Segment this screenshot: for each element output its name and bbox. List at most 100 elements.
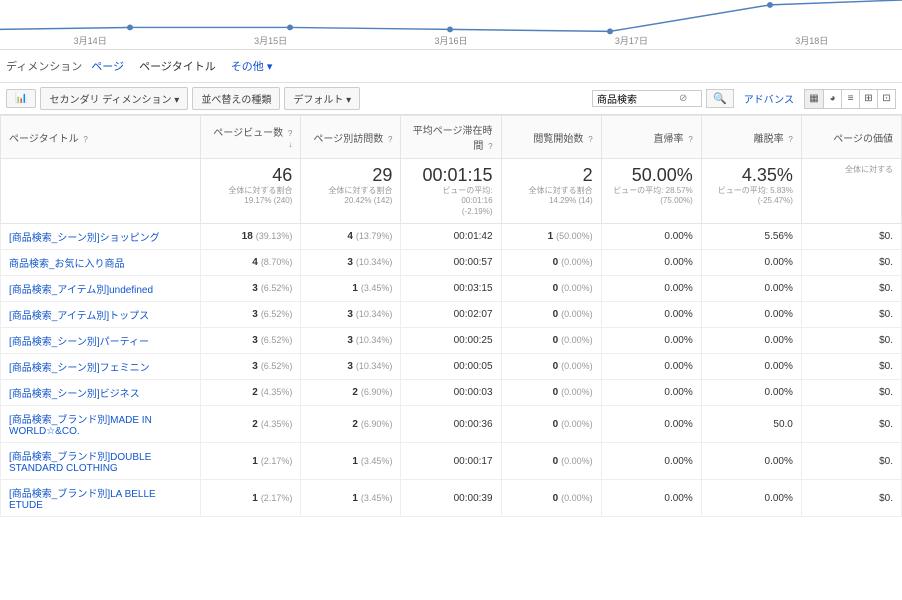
row-title[interactable]: [商品検索_アイテム別]undefined <box>1 276 201 302</box>
col-exit-rate[interactable]: 離脱率 ? <box>701 116 801 159</box>
col-page-title[interactable]: ページタイトル ? <box>1 116 201 159</box>
row-title[interactable]: [商品検索_ブランド別]DOUBLE STANDARD CLOTHING <box>1 443 201 480</box>
advanced-link[interactable]: アドバンス <box>744 91 794 106</box>
row-entrances: 0(0.00%) <box>501 443 601 480</box>
row-value: $0. <box>801 328 901 354</box>
summary-exit: 4.35% <box>710 165 793 186</box>
data-table: ページタイトル ? ページビュー数 ? ↓ ページ別訪問数 ? 平均ページ滞在時… <box>0 115 902 517</box>
row-entrances: 0(0.00%) <box>501 302 601 328</box>
row-title[interactable]: [商品検索_シーン別]ビジネス <box>1 380 201 406</box>
search-button[interactable]: 🔍 <box>706 89 734 108</box>
col-entrances[interactable]: 閲覧開始数 ? <box>501 116 601 159</box>
row-time: 00:00:05 <box>401 354 501 380</box>
row-pageviews: 3(6.52%) <box>201 276 301 302</box>
row-unique: 1(3.45%) <box>301 276 401 302</box>
dimension-page-link[interactable]: ページ <box>91 61 124 73</box>
row-entrances: 0(0.00%) <box>501 480 601 517</box>
help-icon: ? <box>788 135 792 144</box>
summary-entrances: 2 <box>510 165 593 186</box>
row-value: $0. <box>801 250 901 276</box>
help-icon: ? <box>288 129 292 138</box>
row-unique: 2(6.90%) <box>301 406 401 443</box>
row-time: 00:01:42 <box>401 224 501 250</box>
col-bounce-rate[interactable]: 直帰率 ? <box>601 116 701 159</box>
table-row: 商品検索_お気に入り商品4(8.70%)3(10.34%)00:00:570(0… <box>1 250 902 276</box>
dimension-bar: ディメンション ページ ページタイトル その他 ▾ <box>0 50 902 82</box>
summary-avg-time: 00:01:15 <box>409 165 492 186</box>
row-bounce: 0.00% <box>601 380 701 406</box>
row-unique: 3(10.34%) <box>301 328 401 354</box>
search-input[interactable] <box>597 93 677 104</box>
chart-tick: 3月17日 <box>615 34 648 47</box>
chart-tick: 3月15日 <box>254 34 287 47</box>
default-sort-button[interactable]: デフォルト ▾ <box>284 87 360 110</box>
row-pageviews: 3(6.52%) <box>201 354 301 380</box>
row-title[interactable]: [商品検索_シーン別]フェミニン <box>1 354 201 380</box>
row-pageviews: 1(2.17%) <box>201 443 301 480</box>
row-unique: 1(3.45%) <box>301 480 401 517</box>
secondary-dimension-button[interactable]: セカンダリ ディメンション ▾ <box>40 87 188 110</box>
chart-tick: 3月14日 <box>74 34 107 47</box>
view-performance-button[interactable]: ≡ <box>841 90 859 108</box>
row-time: 00:03:15 <box>401 276 501 302</box>
row-exit: 50.0 <box>701 406 801 443</box>
row-bounce: 0.00% <box>601 480 701 517</box>
row-bounce: 0.00% <box>601 406 701 443</box>
row-unique: 3(10.34%) <box>301 250 401 276</box>
summary-row: 46全体に対する割合19.17% (240) 29全体に対する割合20.42% … <box>1 159 902 224</box>
view-table-button[interactable]: ▦ <box>805 90 823 108</box>
timeline-chart: 3月14日 3月15日 3月16日 3月17日 3月18日 <box>0 0 902 50</box>
dimension-page-title[interactable]: ページタイトル <box>139 61 216 73</box>
clear-icon[interactable]: ⊘ <box>679 93 687 104</box>
view-comparison-button[interactable]: ⊞ <box>859 90 877 108</box>
summary-value: 全体に対する <box>810 165 893 175</box>
table-toolbar: 📊 セカンダリ ディメンション ▾ 並べ替えの種類 デフォルト ▾ ⊘ 🔍 アド… <box>0 82 902 115</box>
row-entrances: 0(0.00%) <box>501 406 601 443</box>
row-time: 00:00:36 <box>401 406 501 443</box>
summary-unique: 29 <box>309 165 392 186</box>
row-exit: 0.00% <box>701 302 801 328</box>
row-exit: 0.00% <box>701 250 801 276</box>
row-title[interactable]: 商品検索_お気に入り商品 <box>1 250 201 276</box>
col-page-value[interactable]: ページの価値 <box>801 116 901 159</box>
table-row: [商品検索_シーン別]ショッピング18(39.13%)4(13.79%)00:0… <box>1 224 902 250</box>
row-bounce: 0.00% <box>601 302 701 328</box>
row-value: $0. <box>801 406 901 443</box>
dimension-other-link[interactable]: その他 ▾ <box>231 61 273 73</box>
row-value: $0. <box>801 302 901 328</box>
chart-tick: 3月18日 <box>795 34 828 47</box>
row-time: 00:00:03 <box>401 380 501 406</box>
summary-pageviews: 46 <box>209 165 292 186</box>
row-title[interactable]: [商品検索_ブランド別]LA BELLE ETUDE <box>1 480 201 517</box>
row-time: 00:00:57 <box>401 250 501 276</box>
row-title[interactable]: [商品検索_ブランド別]MADE IN WORLD☆&CO. <box>1 406 201 443</box>
row-pageviews: 1(2.17%) <box>201 480 301 517</box>
row-title[interactable]: [商品検索_シーン別]パーティー <box>1 328 201 354</box>
sort-type-button[interactable]: 並べ替えの種類 <box>192 87 280 110</box>
row-time: 00:00:17 <box>401 443 501 480</box>
chart-icon: 📊 <box>15 93 27 104</box>
row-title[interactable]: [商品検索_アイテム別]トップス <box>1 302 201 328</box>
col-pageviews[interactable]: ページビュー数 ? ↓ <box>201 116 301 159</box>
plot-rows-button[interactable]: 📊 <box>6 89 36 108</box>
row-entrances: 0(0.00%) <box>501 328 601 354</box>
view-percentage-button[interactable]: ◕ <box>823 90 841 108</box>
help-icon: ? <box>488 142 492 151</box>
row-exit: 0.00% <box>701 328 801 354</box>
row-pageviews: 18(39.13%) <box>201 224 301 250</box>
help-icon: ? <box>688 135 692 144</box>
view-pivot-button[interactable]: ⊡ <box>877 90 895 108</box>
row-pageviews: 4(8.70%) <box>201 250 301 276</box>
row-pageviews: 3(6.52%) <box>201 302 301 328</box>
table-row: [商品検索_ブランド別]DOUBLE STANDARD CLOTHING1(2.… <box>1 443 902 480</box>
table-row: [商品検索_アイテム別]トップス3(6.52%)3(10.34%)00:02:0… <box>1 302 902 328</box>
col-unique-pageviews[interactable]: ページ別訪問数 ? <box>301 116 401 159</box>
row-bounce: 0.00% <box>601 250 701 276</box>
row-entrances: 0(0.00%) <box>501 276 601 302</box>
table-row: [商品検索_ブランド別]MADE IN WORLD☆&CO.2(4.35%)2(… <box>1 406 902 443</box>
search-icon: 🔍 <box>713 93 727 105</box>
row-title[interactable]: [商品検索_シーン別]ショッピング <box>1 224 201 250</box>
col-avg-time[interactable]: 平均ページ滞在時間 ? <box>401 116 501 159</box>
row-bounce: 0.00% <box>601 224 701 250</box>
view-toggle-group: ▦ ◕ ≡ ⊞ ⊡ <box>804 89 896 109</box>
